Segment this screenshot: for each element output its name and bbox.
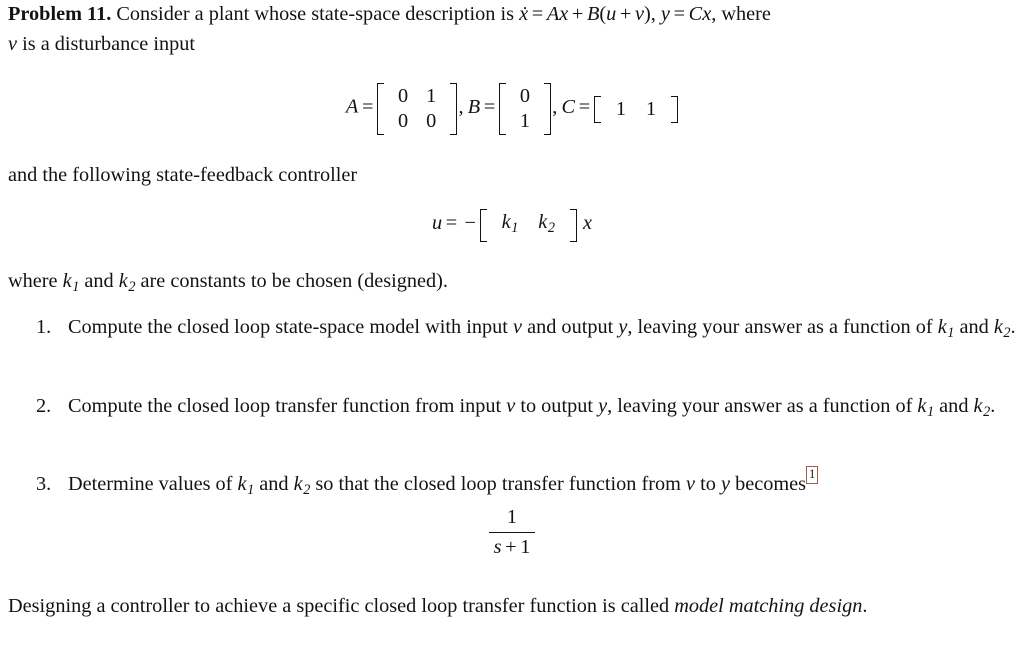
list-item-2-k2: k2 — [973, 395, 991, 420]
bracket-left-C — [593, 95, 601, 123]
list-item-3-var-y: y — [720, 473, 730, 495]
list-item-1-k2: k2 — [993, 316, 1011, 341]
matrix-A-cell-1-0: 0 — [398, 110, 409, 132]
control-law-minus: − — [464, 212, 476, 235]
list-item-2-text-a: Compute the closed loop transfer functio… — [68, 395, 502, 417]
list-item-1-k1: k1 — [937, 316, 955, 341]
matrix-A-cell-0-1: 1 — [426, 85, 437, 107]
matrix-C-cell-0-0: 1 — [615, 97, 626, 120]
control-law-equation: u = − k1 k2 x — [0, 209, 1024, 242]
gain-k1-subscript: 1 — [511, 219, 519, 236]
intro-line-2: v is a disturbance input — [8, 32, 196, 55]
bracket-left-gain — [479, 209, 487, 242]
list-item-2-text-b: to output — [520, 395, 593, 417]
list-item: 3. Determine values of k1 and k2 so that… — [0, 466, 1024, 505]
intro-text-before-equation: Consider a plant whose state-space descr… — [116, 3, 514, 25]
problem-intro-paragraph: Problem 11. Consider a plant whose state… — [8, 0, 1020, 59]
list-item-2-period: . — [990, 395, 996, 417]
bracket-right-B — [544, 83, 552, 135]
list-item-3-var-v: v — [686, 473, 696, 495]
matrix-A: 0100 — [377, 83, 458, 135]
document-page: Problem 11. Consider a plant whose state… — [0, 0, 1024, 669]
bracket-left-A — [377, 83, 385, 135]
closing-period: . — [862, 595, 868, 617]
matrix-B: 01 — [498, 83, 552, 135]
list-item-1-period: . — [1010, 316, 1016, 338]
list-item-1-var-y: y — [618, 316, 628, 338]
matrix-A-cell-1-1: 0 — [426, 110, 437, 132]
list-item-3-k2: k2 — [293, 473, 311, 498]
intro-text-after-equation: , where — [711, 3, 771, 25]
fraction: 1 s +1 — [488, 506, 536, 560]
list-item-1-marker: 1. — [36, 316, 52, 338]
constants-note-paragraph: where k1 and k2 are constants to be chos… — [8, 267, 1008, 302]
list-item-3-text-d: becomes — [735, 473, 807, 495]
denominator-s: s — [493, 536, 502, 559]
list-item-3-text-b: so that the closed loop transfer functio… — [315, 473, 681, 495]
list-item: 2. Compute the closed loop transfer func… — [0, 392, 1024, 427]
list-item-2-joiner: and — [939, 395, 969, 417]
target-transfer-function-equation: 1 s +1 — [0, 506, 1024, 560]
controller-lead-in-text: and the following state-feedback control… — [8, 164, 358, 186]
list-item-1-text-b: and output — [527, 316, 614, 338]
gain-k2: k2 — [538, 211, 555, 236]
matrix-C: 11 — [593, 95, 679, 123]
comma-after-B: , — [552, 95, 558, 118]
comma-after-A: , — [458, 95, 464, 118]
list-item-3-joiner: and — [259, 473, 289, 495]
list-item: 1. Compute the closed loop state-space m… — [0, 313, 1024, 348]
list-item-1-var-v: v — [512, 316, 522, 338]
matrix-A-label: A — [345, 95, 359, 118]
list-item-3-k1: k1 — [237, 473, 255, 498]
bracket-left-B — [498, 83, 506, 135]
inline-state-space-equation: ẋ = Ax + B(u + v), y = Cx — [519, 3, 712, 25]
footnote-link[interactable]: 1 — [806, 466, 819, 485]
fraction-bar — [488, 531, 536, 534]
constants-note-prefix: where — [8, 270, 58, 292]
controller-lead-in-paragraph: and the following state-feedback control… — [8, 161, 1008, 191]
matrix-C-label: C — [561, 95, 576, 118]
fraction-denominator: s +1 — [489, 535, 536, 560]
list-item-2-var-v: v — [506, 395, 516, 417]
gain-k1: k1 — [501, 211, 519, 236]
denominator-operator: + — [505, 536, 517, 559]
control-law-lhs: u — [432, 212, 443, 235]
list-item-2-text-c: , leaving your answer as a function of — [607, 395, 913, 417]
closing-paragraph: Designing a controller to achieve a spec… — [8, 592, 1018, 622]
disturbance-text: is a disturbance input — [22, 32, 196, 55]
fraction-numerator: 1 — [506, 506, 518, 528]
matrix-A-cell-0-0: 0 — [398, 85, 409, 107]
control-law-equals: = — [445, 212, 458, 235]
closing-emphasis: model matching design — [674, 595, 863, 617]
constants-joiner: and — [84, 270, 114, 292]
matrix-definitions-equation: A = 0 1 0 0, B = 0 1, C = 1 1 — [0, 83, 1024, 135]
list-item-3-text-a: Determine values of — [68, 473, 233, 495]
bracket-right-gain — [569, 209, 577, 242]
matrix-B-cell-0-0: 0 — [519, 85, 531, 107]
bracket-right-C — [671, 95, 679, 123]
problem-label: Problem 11. — [8, 3, 112, 25]
list-item-1-text-a: Compute the closed loop state-space mode… — [68, 316, 508, 338]
list-item-2-var-y: y — [598, 395, 608, 417]
gain-k2-subscript: 2 — [547, 219, 555, 236]
matrix-C-cell-0-1: 1 — [645, 97, 657, 120]
constants-note-suffix: are constants to be chosen (designed). — [140, 270, 449, 292]
matrix-B-label: B — [467, 95, 481, 118]
control-law-state: x — [582, 212, 592, 235]
list-item-2-marker: 2. — [36, 395, 52, 417]
constants-k2: k2 — [118, 270, 136, 295]
list-item-2-k1: k1 — [917, 395, 935, 420]
list-item-3-marker: 3. — [36, 473, 52, 495]
denominator-constant: 1 — [520, 536, 531, 559]
list-item-3-text-c: to — [700, 473, 716, 495]
list-item-1-joiner: and — [959, 316, 989, 338]
constants-k1: k1 — [62, 270, 80, 295]
gain-row-vector: k1 k2 — [479, 209, 577, 242]
bracket-right-A — [450, 83, 458, 135]
list-item-1-text-c: , leaving your answer as a function of — [627, 316, 933, 338]
closing-text: Designing a controller to achieve a spec… — [8, 595, 670, 617]
matrix-B-cell-1-0: 1 — [519, 110, 531, 132]
